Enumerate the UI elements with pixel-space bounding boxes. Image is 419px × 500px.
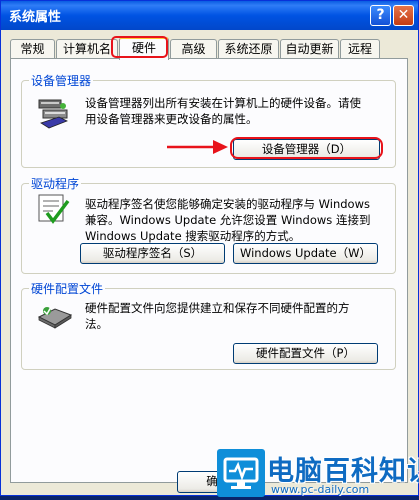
title-bar[interactable]: 系统属性 ? ✕: [1, 1, 418, 30]
hardware-profiles-description-line: 硬件配置文件向您提供建立和保存不同硬件配置的方: [85, 301, 350, 315]
system-properties-window: 系统属性 ? ✕ 常规 计算机名 硬件 高级 系统还原 自动更新 远程 设备管理…: [0, 0, 419, 497]
window-title: 系统属性: [9, 10, 62, 25]
driver-signing-icon: [37, 193, 71, 228]
drivers-group-title: 驱动程序: [29, 175, 82, 192]
watermark: 电脑百科知识 www.pc-daily.com: [217, 449, 419, 497]
device-manager-description: 设备管理器列出所有安装在计算机上的硬件设备。请使 用设备管理器来更改设备的属性。: [85, 95, 361, 127]
arrow-annotation: [167, 139, 229, 158]
hardware-profiles-button[interactable]: 硬件配置文件（P）: [233, 343, 378, 364]
driver-signing-button[interactable]: 驱动程序签名（S）: [80, 243, 225, 264]
drivers-description-line: Windows Update 搜索驱动程序的方式。: [85, 229, 301, 243]
device-manager-description-line: 设备管理器列出所有安装在计算机上的硬件设备。请使: [85, 96, 361, 110]
device-manager-description-line: 用设备管理器来更改设备的属性。: [85, 112, 258, 126]
hardware-profiles-group-title: 硬件配置文件: [29, 280, 106, 297]
tab-general[interactable]: 常规: [10, 39, 55, 59]
hardware-profiles-icon: [37, 299, 73, 332]
hardware-profiles-description: 硬件配置文件向您提供建立和保存不同硬件配置的方 法。: [85, 300, 350, 332]
button-highlight-annotation: [230, 137, 383, 159]
tab-remote[interactable]: 远程: [340, 39, 380, 59]
hardware-profiles-description-line: 法。: [85, 317, 108, 331]
tab-highlight-annotation: [111, 36, 168, 58]
tab-system-restore[interactable]: 系统还原: [218, 39, 279, 59]
watermark-url: www.pc-daily.com: [271, 483, 370, 496]
tab-advanced[interactable]: 高级: [170, 39, 217, 59]
drivers-description-line: 兼容。Windows Update 允许您设置 Windows 连接到: [85, 213, 371, 227]
tab-automatic-updates[interactable]: 自动更新: [280, 39, 339, 59]
drivers-description-line: 驱动程序签名使您能够确定安装的驱动程序与 Windows: [85, 197, 370, 211]
device-manager-icon: [37, 97, 71, 132]
watermark-logo: [217, 449, 265, 497]
drivers-description: 驱动程序签名使您能够确定安装的驱动程序与 Windows 兼容。Windows …: [85, 196, 370, 244]
close-button[interactable]: ✕: [393, 5, 414, 26]
windows-update-button[interactable]: Windows Update（W）: [233, 243, 378, 264]
device-manager-group-title: 设备管理器: [29, 72, 94, 89]
help-button[interactable]: ?: [370, 5, 391, 26]
tab-computer-name[interactable]: 计算机名: [56, 39, 118, 59]
